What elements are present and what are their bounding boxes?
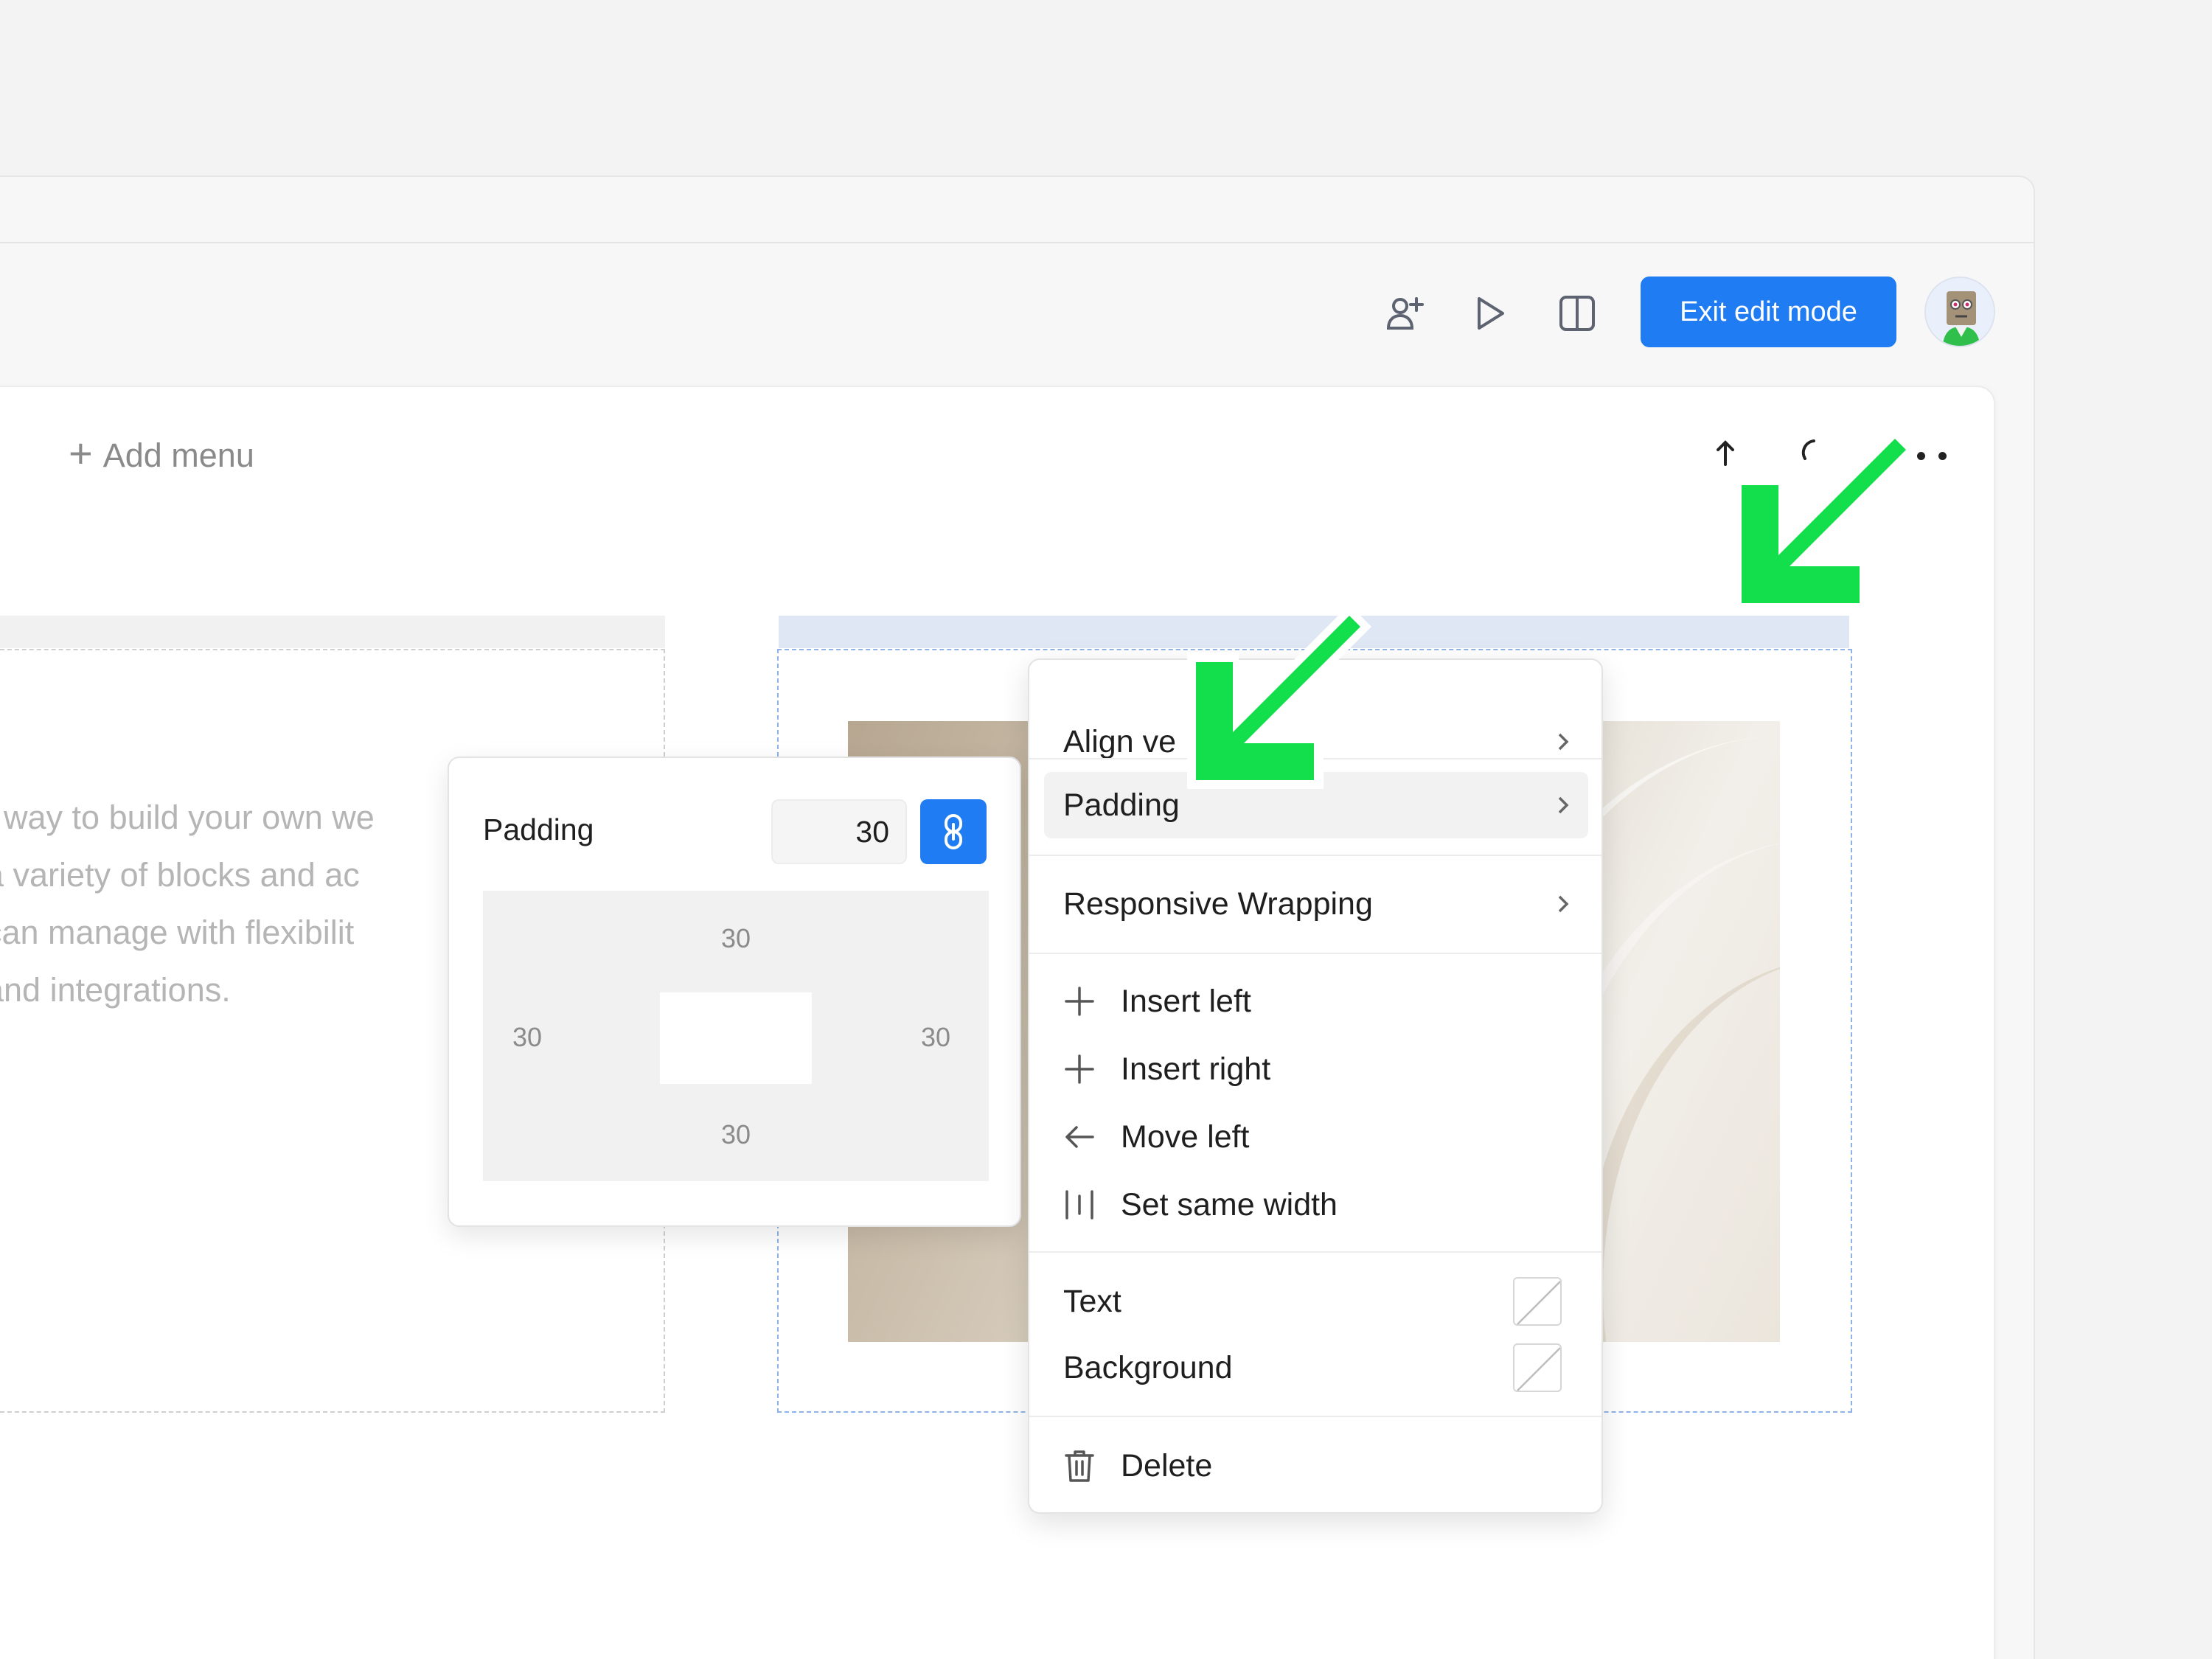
annotation-arrow-more: [1733, 428, 1917, 612]
menu-divider: [1029, 953, 1601, 954]
titlebar-divider: [0, 242, 2034, 243]
chevron-right-icon: [1558, 733, 1569, 751]
menu-divider: [1029, 1416, 1601, 1417]
menu-item-text-color[interactable]: Text: [1044, 1268, 1588, 1335]
padding-popover: Padding 30 30 30 30: [448, 757, 1021, 1227]
menu-divider: [1029, 1251, 1601, 1253]
chevron-right-icon: [1558, 796, 1569, 814]
equal-width-icon: [1063, 1186, 1102, 1224]
trash-icon: [1063, 1447, 1102, 1485]
menu-item-label: Text: [1063, 1283, 1121, 1319]
padding-box: 30 30 30 30: [483, 891, 989, 1181]
plus-icon: [1063, 1050, 1102, 1088]
menu-item-label: Move left: [1121, 1119, 1250, 1155]
arrow-left-icon: [1063, 1118, 1102, 1156]
background-color-swatch[interactable]: [1513, 1343, 1562, 1392]
text-color-swatch[interactable]: [1513, 1277, 1562, 1326]
body-text-line: t way to build your own we: [0, 799, 375, 836]
menu-item-insert-left[interactable]: Insert left: [1044, 968, 1588, 1034]
menu-item-label: Delete: [1121, 1447, 1213, 1484]
link-padding-button[interactable]: [920, 799, 987, 864]
menu-item-insert-right[interactable]: Insert right: [1044, 1036, 1588, 1102]
padding-bottom-value[interactable]: 30: [706, 1119, 765, 1150]
avatar[interactable]: [1924, 276, 1995, 347]
menu-item-label: Responsive Wrapping: [1063, 886, 1373, 922]
menu-item-move-left[interactable]: Move left: [1044, 1104, 1588, 1170]
body-text-line: can manage with flexibilit: [0, 914, 355, 951]
menu-item-set-same-width[interactable]: Set same width: [1044, 1172, 1588, 1238]
add-menu-button[interactable]: + Add menu: [69, 433, 254, 475]
plus-icon: +: [69, 430, 93, 476]
chevron-right-icon: [1558, 895, 1569, 913]
menu-item-label: Insert left: [1121, 983, 1251, 1019]
menu-item-background-color[interactable]: Background: [1044, 1335, 1588, 1401]
split-view-icon[interactable]: [1551, 288, 1603, 339]
add-user-icon[interactable]: [1379, 288, 1430, 339]
body-text-line: a variety of blocks and ac: [0, 856, 360, 894]
menu-item-label: Set same width: [1121, 1186, 1338, 1222]
body-text-line: and integrations.: [0, 971, 231, 1009]
exit-edit-mode-button[interactable]: Exit edit mode: [1641, 276, 1896, 347]
padding-left-value[interactable]: 30: [498, 1022, 557, 1053]
padding-top-value[interactable]: 30: [706, 923, 765, 954]
link-icon: [945, 814, 962, 849]
plus-icon: [1063, 982, 1102, 1020]
padding-input[interactable]: [771, 799, 907, 864]
left-column-handle[interactable]: [0, 616, 665, 648]
menu-item-delete[interactable]: Delete: [1044, 1433, 1588, 1499]
padding-label: Padding: [483, 813, 594, 846]
padding-right-value[interactable]: 30: [906, 1022, 965, 1053]
annotation-arrow-padding: [1187, 605, 1371, 789]
padding-inner-box: [660, 992, 812, 1084]
body-text: t way to build your own we a variety of …: [0, 789, 472, 1019]
menu-item-responsive-wrapping[interactable]: Responsive Wrapping: [1044, 871, 1588, 937]
menu-item-label: Insert right: [1121, 1051, 1271, 1087]
menu-divider: [1029, 855, 1601, 856]
menu-item-label: Background: [1063, 1349, 1233, 1385]
add-menu-label: Add menu: [102, 437, 254, 474]
play-icon[interactable]: [1464, 288, 1515, 339]
